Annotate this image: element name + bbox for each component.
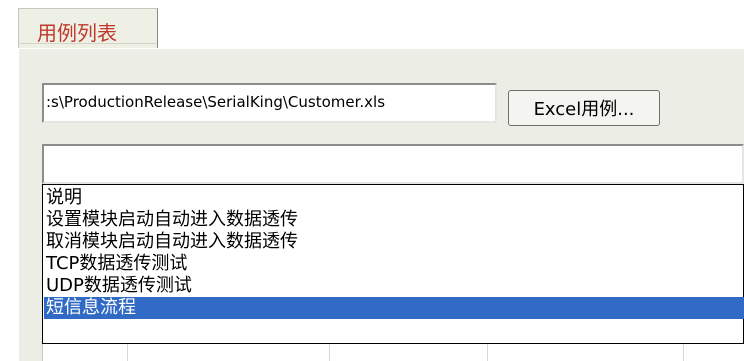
use-case-dropdown-list[interactable]: 说明 设置模块启动自动进入数据透传 取消模块启动自动进入数据透传 TCP数据透传…	[42, 184, 744, 344]
excel-path-input[interactable]: :s\ProductionRelease\SerialKing\Customer…	[42, 83, 497, 123]
use-case-combo-input[interactable]	[42, 144, 744, 184]
list-item[interactable]: TCP数据透传测试	[44, 253, 744, 275]
list-item[interactable]: UDP数据透传测试	[44, 275, 744, 297]
list-item[interactable]: 设置模块启动自动进入数据透传	[44, 209, 744, 231]
table-strip	[42, 344, 744, 361]
grid-divider	[683, 344, 684, 361]
grid-divider	[127, 344, 128, 361]
grid-divider	[329, 344, 330, 361]
tab-underline	[19, 43, 157, 44]
list-item-selected[interactable]: 短信息流程	[44, 297, 744, 319]
excel-use-case-button[interactable]: Excel用例...	[508, 90, 660, 126]
list-item[interactable]: 说明	[44, 187, 744, 209]
tab-use-case-list[interactable]: 用例列表	[18, 8, 158, 48]
grid-divider	[487, 344, 488, 361]
tab-label: 用例列表	[37, 21, 117, 45]
list-item[interactable]: 取消模块启动自动进入数据透传	[44, 231, 744, 253]
